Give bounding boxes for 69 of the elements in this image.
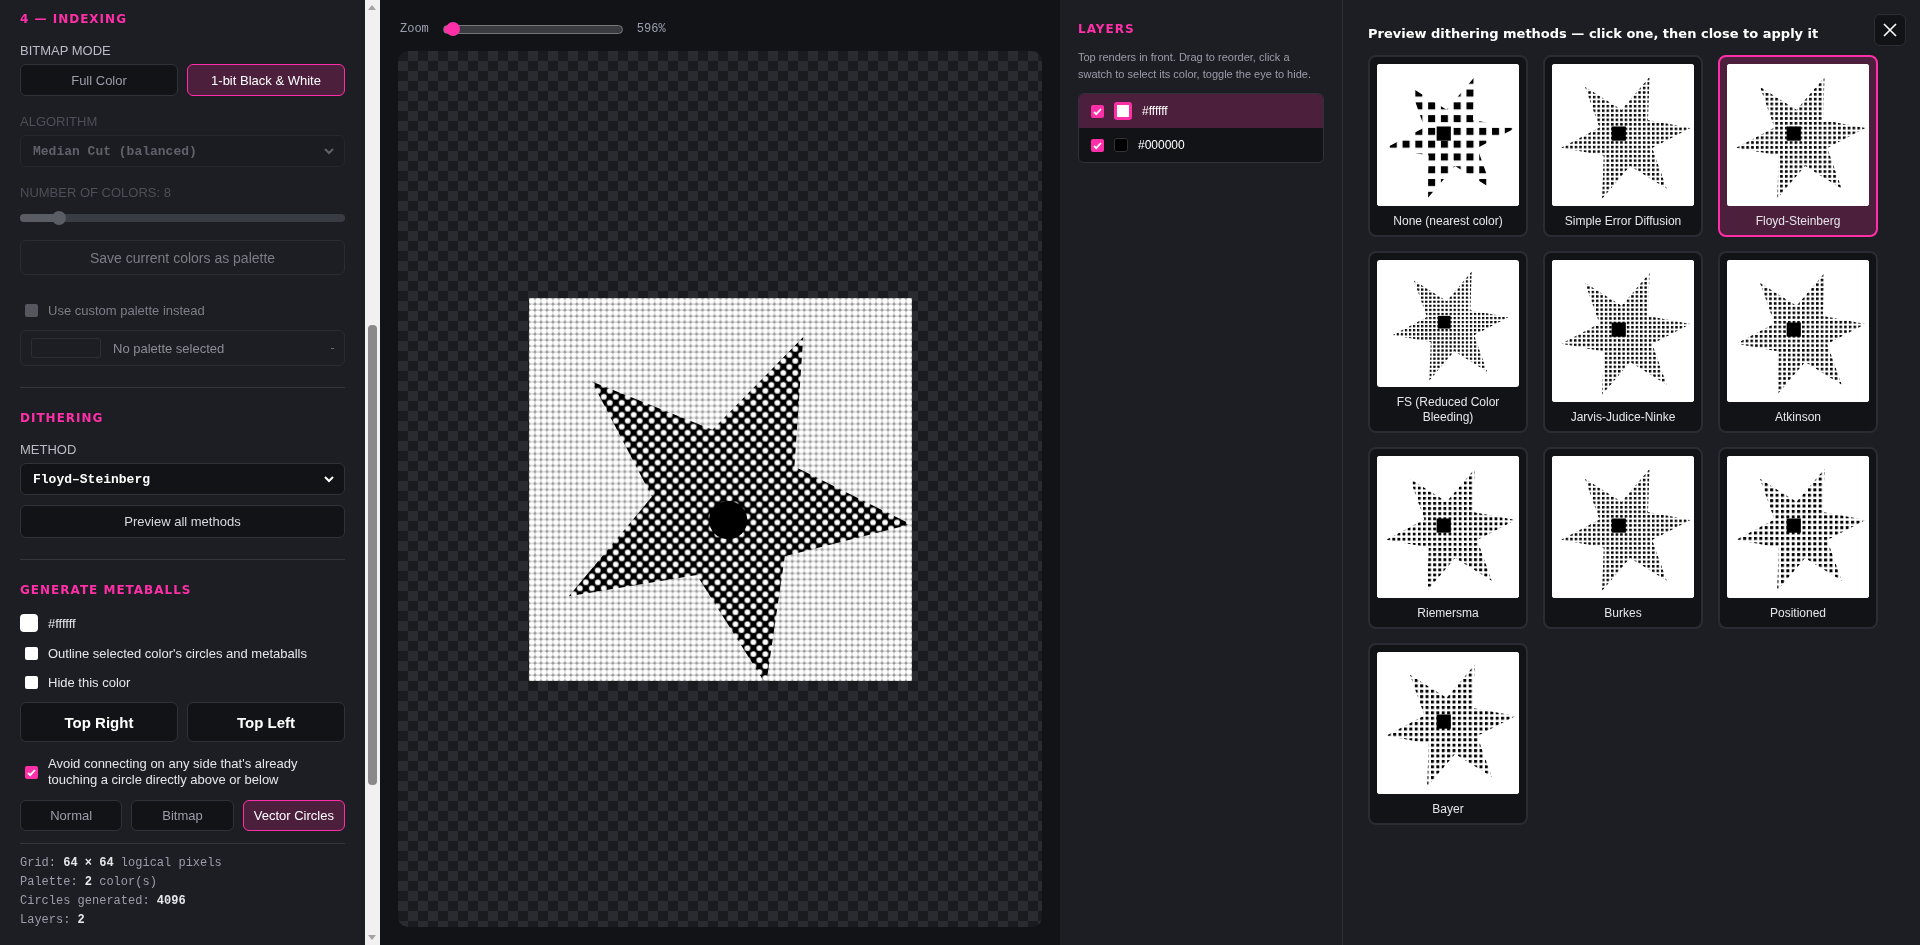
visibility-checkbox[interactable] [1091,138,1104,152]
method-card[interactable]: None (nearest color) [1368,55,1528,237]
zoom-slider-handle[interactable] [445,21,460,36]
checkbox-label: Use custom palette instead [48,303,205,318]
stat-line: Layers: 2 [20,912,86,929]
checkbox[interactable] [25,765,38,779]
color-swatch[interactable] [1114,138,1128,152]
close-button[interactable] [1874,14,1906,46]
zoom-label: Zoom [400,22,429,36]
stat-line: Circles generated: 4096 [20,893,187,910]
layers-hint: Top renders in front. Drag to reorder, click a swatch to select its color, toggle the eye to hide. [1078,50,1312,82]
color-swatch[interactable] [20,614,38,632]
checkbox[interactable] [25,676,38,689]
mode-toggle-button[interactable]: Full Color [20,64,178,96]
method-label: Simple Error Diffusion [1564,214,1682,229]
section-heading: 4 — INDEXING [20,12,128,26]
layer-row[interactable]: #ffffff [1079,94,1323,128]
method-label: Jarvis-Judice-Ninke [1570,410,1676,425]
palette-select[interactable]: No palette selected [20,330,345,366]
method-card[interactable]: Floyd-Steinberg [1718,55,1878,237]
render-mode-button[interactable]: Bitmap [131,800,234,831]
checkbox[interactable] [25,647,38,660]
close-icon [1883,23,1897,37]
zoom-slider[interactable] [442,24,623,34]
method-label: Atkinson [1775,410,1821,425]
method-label: FS (Reduced Color Bleeding) [1395,395,1501,425]
corner-button[interactable]: Top Right [20,702,178,742]
method-label: Riemersma [1417,606,1479,621]
checkbox-label: Outline selected color's circles and metaballs [48,646,307,661]
method-card[interactable]: Simple Error Diffusion [1543,55,1703,237]
method-card[interactable]: Riemersma [1368,447,1528,629]
method-label: Bayer [1432,802,1464,817]
layer-label: #ffffff [1142,104,1168,118]
render-mode-button[interactable]: Vector Circles [242,800,345,831]
method-label: None (nearest color) [1393,214,1503,229]
field-label: METHOD [20,442,78,457]
method-label: Positioned [1769,606,1826,621]
chevron-down-icon [324,475,334,483]
method-label: Burkes [1604,606,1642,621]
section-heading: DITHERING [20,411,105,425]
method-select[interactable]: Floyd–Steinberg [20,463,345,495]
field-label: BITMAP MODE [20,43,112,58]
colors-slider[interactable] [20,214,345,222]
section-heading: LAYERS [1078,22,1136,36]
method-card[interactable]: Jarvis-Judice-Ninke [1543,251,1703,433]
layer-row[interactable]: #000000 [1079,128,1323,162]
stat-line: Palette: 2 color(s) [20,874,158,891]
chevron-down-icon [324,147,334,155]
visibility-checkbox[interactable] [1091,104,1104,118]
preview-methods-button[interactable]: Preview all methods [20,505,345,538]
color-swatch[interactable] [1114,102,1132,120]
corner-button[interactable]: Top Left [187,702,345,742]
method-label: Floyd-Steinberg [1755,214,1841,229]
mode-toggle-button[interactable]: 1-bit Black & White [187,64,345,96]
section-heading: GENERATE METABALLS [20,583,193,597]
method-card[interactable]: Burkes [1543,447,1703,629]
method-card[interactable]: FS (Reduced Color Bleeding) [1368,251,1528,433]
dialog-title: Preview dithering methods — click one, then close to apply it [1368,26,1819,41]
checkbox-label: Hide this color [48,675,131,690]
color-label: #ffffff [48,615,76,631]
method-card[interactable]: Atkinson [1718,251,1878,433]
method-card[interactable]: Positioned [1718,447,1878,629]
scrollbar[interactable] [365,0,380,945]
zoom-reading: 596% [636,22,666,36]
stat-line: Grid: 64 × 64 logical pixels [20,855,223,872]
method-card[interactable]: Bayer [1368,643,1528,825]
render-mode-button[interactable]: Normal [20,800,123,831]
checkbox-label: Avoid connecting on any side that's already touching a circle directly above or below [48,756,299,788]
layer-label: #000000 [1138,138,1185,152]
